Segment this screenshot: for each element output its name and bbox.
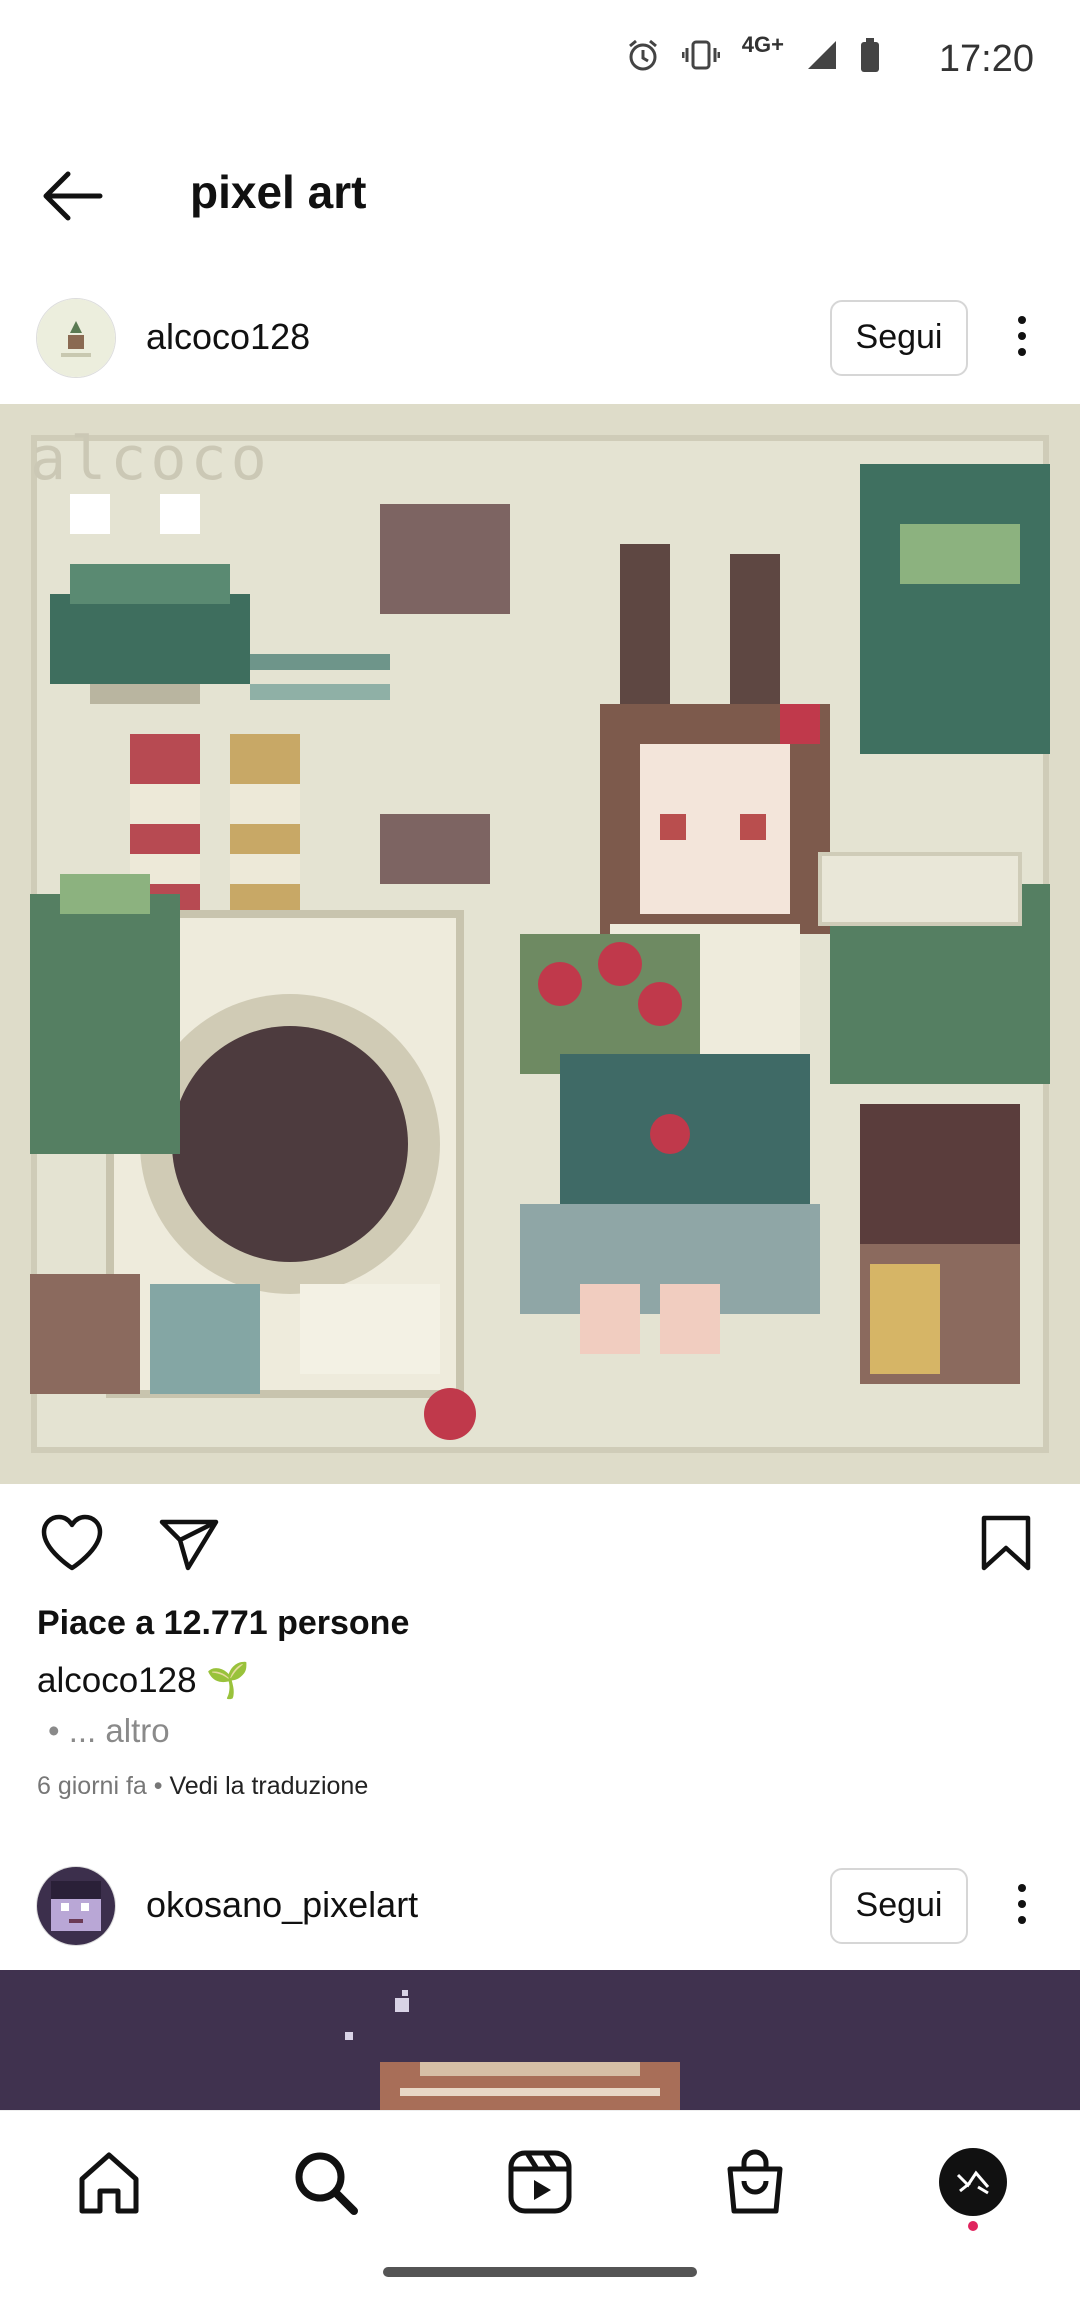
avatar[interactable] <box>36 1866 116 1946</box>
more-vertical-icon[interactable] <box>1010 1880 1034 1930</box>
home-indicator[interactable] <box>383 2267 697 2277</box>
post-actions <box>0 1510 1080 1580</box>
follow-button[interactable]: Segui <box>830 1868 968 1944</box>
meta-separator: • <box>153 1772 163 1800</box>
reels-icon[interactable] <box>505 2147 575 2217</box>
post-image[interactable] <box>0 1970 1080 2110</box>
battery-icon <box>861 38 879 72</box>
vibrate-icon <box>681 40 720 70</box>
post-image[interactable]: alcoco <box>0 404 1080 1484</box>
pixel-art-illustration <box>0 404 1080 1484</box>
back-arrow-icon[interactable] <box>40 168 104 224</box>
page-title: pixel art <box>190 166 367 218</box>
bottom-navigation <box>0 2110 1080 2301</box>
caption: alcoco128 🌱 <box>37 1660 250 1701</box>
time-ago: 6 giorni fa <box>37 1772 147 1800</box>
alarm-icon <box>628 39 657 71</box>
shop-icon[interactable] <box>720 2147 790 2217</box>
pixel-art-illustration <box>0 1970 1080 2110</box>
send-icon[interactable] <box>158 1516 220 1572</box>
status-bar: 4G+ 17:20 <box>0 0 1080 120</box>
signal-icon <box>808 41 836 69</box>
likes-count[interactable]: Piace a 12.771 persone <box>37 1604 409 1643</box>
post-username[interactable]: okosano_pixelart <box>146 1884 418 1926</box>
post-header: okosano_pixelart Segui <box>0 1866 1080 1956</box>
notification-dot <box>968 2221 978 2231</box>
search-icon[interactable] <box>290 2147 360 2217</box>
post-username[interactable]: alcoco128 <box>146 316 310 358</box>
status-icons: 4G+ <box>626 32 880 72</box>
follow-button[interactable]: Segui <box>830 300 968 376</box>
profile-avatar[interactable] <box>938 2147 1008 2217</box>
translate-link[interactable]: Vedi la traduzione <box>169 1772 368 1800</box>
bookmark-icon[interactable] <box>980 1514 1032 1572</box>
image-signature: alcoco <box>30 424 271 494</box>
post-meta: 6 giorni fa • Vedi la traduzione <box>37 1772 368 1801</box>
home-icon[interactable] <box>74 2147 144 2217</box>
avatar[interactable] <box>36 298 116 378</box>
network-type: 4G+ <box>741 32 784 57</box>
status-time: 17:20 <box>938 38 1034 80</box>
caption-username[interactable]: alcoco128 <box>37 1661 197 1700</box>
caption-more-link[interactable]: • ... altro <box>48 1712 170 1750</box>
caption-emoji: 🌱 <box>206 1661 250 1700</box>
page-header: pixel art <box>0 150 1080 240</box>
more-vertical-icon[interactable] <box>1010 312 1034 362</box>
post-header: alcoco128 Segui <box>0 298 1080 388</box>
heart-icon[interactable] <box>40 1514 104 1572</box>
